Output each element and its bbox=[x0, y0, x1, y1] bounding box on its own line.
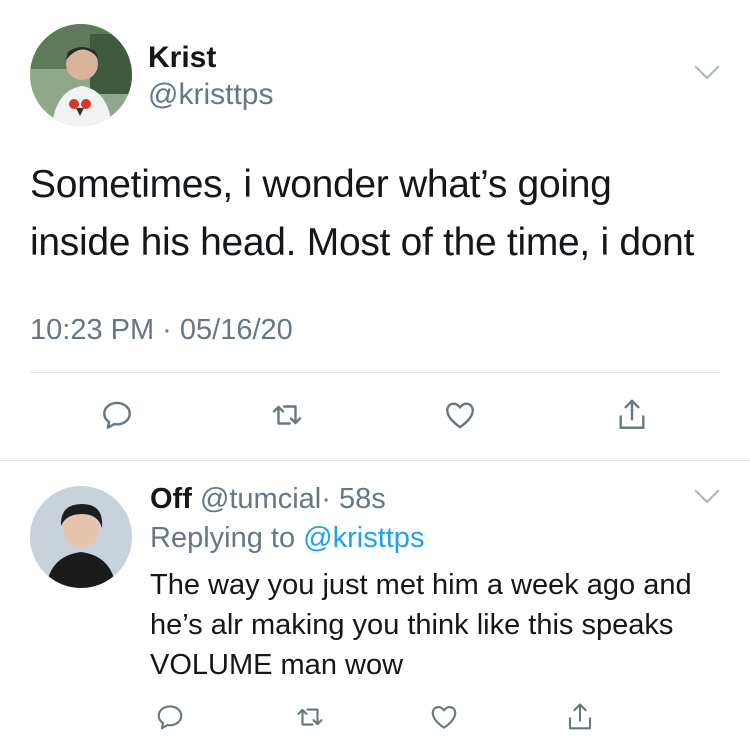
tweet-text-line-1: Sometimes, i wonder what’s going bbox=[30, 163, 612, 206]
reply-author-name[interactable]: Off bbox=[150, 483, 192, 515]
author-avatar[interactable] bbox=[30, 24, 132, 126]
tweet-timestamp[interactable]: 10:23 PM · 05/16/20 bbox=[30, 312, 293, 348]
section-divider bbox=[0, 460, 750, 461]
replying-to-handle-link[interactable]: @kristtps bbox=[303, 522, 424, 554]
author-name[interactable]: Krist bbox=[148, 40, 216, 76]
reply-header: Off @tumcial· 58s bbox=[150, 481, 386, 517]
reply-share-icon[interactable] bbox=[562, 697, 598, 737]
reply-author-handle[interactable]: @tumcial bbox=[200, 483, 321, 515]
reply-chevron-down-icon[interactable] bbox=[694, 488, 720, 506]
divider bbox=[30, 372, 720, 373]
replying-to-label: Replying to bbox=[150, 522, 296, 554]
reply-icon[interactable] bbox=[97, 395, 137, 435]
chevron-down-icon[interactable] bbox=[694, 64, 720, 82]
reply-like-icon[interactable] bbox=[426, 699, 462, 735]
retweet-icon[interactable] bbox=[265, 395, 309, 435]
share-icon[interactable] bbox=[612, 393, 652, 437]
like-icon[interactable] bbox=[440, 395, 480, 435]
reply-time[interactable]: · 58s bbox=[321, 483, 385, 515]
replying-to: Replying to @kristtps bbox=[150, 520, 424, 556]
reply-text-line-1: The way you just met him a week ago and bbox=[150, 569, 692, 601]
tweet-text-line-2: inside his head. Most of the time, i don… bbox=[30, 221, 695, 264]
reply-author-avatar[interactable] bbox=[30, 486, 132, 588]
reply-text-line-2: he’s alr making you think like this spea… bbox=[150, 609, 674, 641]
reply-text-line-3: VOLUME man wow bbox=[150, 649, 404, 681]
author-handle[interactable]: @kristtps bbox=[148, 78, 273, 112]
reply-reply-icon[interactable] bbox=[152, 699, 188, 735]
reply-retweet-icon[interactable] bbox=[290, 699, 330, 735]
